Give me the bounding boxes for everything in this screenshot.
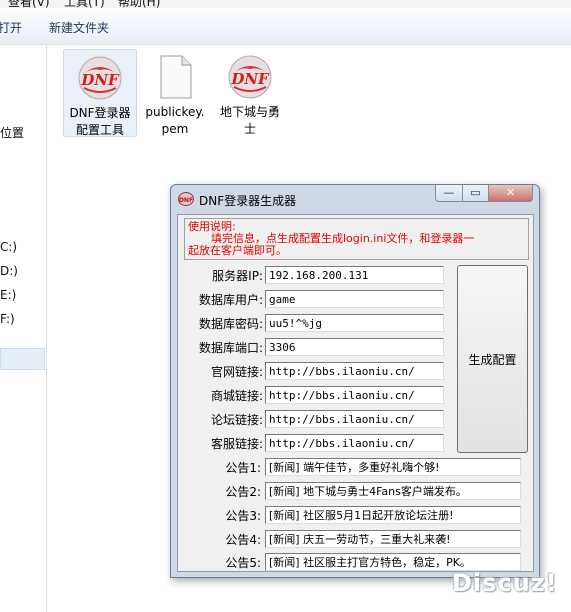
db-password-label: 数据库密码: — [198, 317, 263, 331]
close-button[interactable]: ✕ — [489, 185, 533, 202]
minimize-button[interactable]: — — [435, 185, 463, 202]
close-icon: ✕ — [505, 186, 516, 199]
svg-text:DNF: DNF — [80, 71, 120, 89]
notice4-label: 公告4: — [225, 533, 261, 547]
notice3-label: 公告3: — [225, 509, 261, 523]
notice4-input[interactable]: [新闻] 庆五一劳动节，三重大礼来袭! — [265, 530, 521, 548]
support-link-label: 客服链接: — [210, 437, 263, 451]
window-title: DNF登录器生成器 — [199, 194, 297, 208]
menu-help[interactable]: 帮助(H) — [118, 0, 160, 8]
new-folder-button[interactable]: 新建文件夹 — [49, 19, 109, 36]
usage-instructions: 使用说明: 填完信息，点生成配置生成login.ini文件，和登录器一 起放在客… — [184, 218, 529, 260]
nav-drive-f[interactable]: F:) — [0, 312, 15, 326]
dnf-logo-icon: DNF — [228, 55, 272, 99]
minimize-icon: — — [443, 186, 455, 199]
file-label-line1: 地下城与勇 — [219, 105, 280, 119]
maximize-icon: ▭ — [470, 186, 481, 199]
file-label-line1: DNF登录器 — [69, 106, 131, 120]
forum-link-label: 论坛链接: — [210, 413, 263, 427]
svg-text:DNF: DNF — [230, 70, 270, 88]
nav-drive-c[interactable]: C:) — [0, 240, 17, 254]
menu-tools[interactable]: 工具(T) — [64, 0, 105, 8]
website-link-input[interactable]: http://bbs.ilaoniu.cn/ — [265, 362, 444, 380]
notice2-label: 公告2: — [225, 485, 261, 499]
file-label-line2: pem — [161, 122, 189, 136]
db-user-label: 数据库用户: — [198, 293, 263, 307]
menu-bar: 查看(V) 工具(T) 帮助(H) — [0, 0, 571, 8]
nav-drive-d[interactable]: D:) — [0, 264, 18, 278]
dnf-logo-icon: DNF — [78, 56, 122, 100]
menu-view[interactable]: 查看(V) — [8, 0, 50, 8]
shop-link-label: 商城链接: — [210, 389, 263, 403]
db-port-input[interactable]: 3306 — [265, 338, 444, 356]
open-button[interactable]: 打开 — [0, 19, 22, 36]
maximize-button[interactable]: ▭ — [463, 185, 489, 202]
window-client-area: 使用说明: 填完信息，点生成配置生成login.ini文件，和登录器一 起放在客… — [177, 214, 534, 572]
dnf-generator-window: DNF DNF登录器生成器 — ▭ ✕ 使用说明: 填完信息，点生成配置生成lo… — [170, 184, 540, 578]
notice1-label: 公告1: — [225, 461, 261, 475]
file-dnf-game[interactable]: DNF 地下城与勇 士 — [214, 49, 286, 138]
dnf-app-icon: DNF — [178, 192, 194, 206]
file-label-line1: publickey. — [145, 105, 205, 119]
generate-config-button[interactable]: 生成配置 — [457, 265, 528, 453]
navigation-pane: 位置 C:) D:) E:) F:) — [0, 45, 47, 612]
explorer-toolbar: 打开 新建文件夹 — [0, 8, 571, 45]
db-user-input[interactable]: game — [265, 290, 444, 308]
website-link-label: 官网链接: — [210, 365, 263, 379]
forum-link-input[interactable]: http://bbs.ilaoniu.cn/ — [265, 410, 444, 428]
notice5-label: 公告5: — [225, 556, 261, 570]
file-label-line2: 配置工具 — [75, 123, 124, 137]
document-icon — [160, 55, 192, 99]
file-dnf-config-tool[interactable]: DNF DNF登录器 配置工具 — [63, 49, 137, 137]
nav-selected-highlight — [0, 348, 45, 370]
db-port-label: 数据库端口: — [198, 341, 263, 355]
server-ip-input[interactable]: 192.168.200.131 — [265, 266, 444, 284]
support-link-input[interactable]: http://bbs.ilaoniu.cn/ — [265, 434, 444, 452]
notice1-input[interactable]: [新闻] 端午佳节，多重好礼嗨个够! — [265, 458, 521, 476]
nav-location[interactable]: 位置 — [0, 124, 24, 141]
shop-link-input[interactable]: http://bbs.ilaoniu.cn/ — [265, 386, 444, 404]
window-titlebar[interactable]: DNF DNF登录器生成器 — ▭ ✕ — [171, 185, 539, 213]
usage-text-line2: 起放在客户端即可。 — [188, 244, 287, 257]
window-controls: — ▭ ✕ — [435, 185, 533, 203]
nav-drive-e[interactable]: E:) — [0, 288, 16, 302]
file-publickey-pem[interactable]: publickey. pem — [139, 49, 211, 138]
file-label-line2: 士 — [243, 122, 256, 136]
notice3-input[interactable]: [新闻] 社区服5月1日起开放论坛注册! — [265, 506, 521, 524]
db-password-input[interactable]: uu5!^%jg — [265, 314, 444, 332]
server-ip-label: 服务器IP: — [212, 269, 263, 283]
discuz-watermark: Discuz! — [452, 569, 558, 597]
notice2-input[interactable]: [新闻] 地下城与勇士4Fans客户端发布。 — [265, 482, 521, 500]
svg-text:DNF: DNF — [179, 197, 193, 204]
